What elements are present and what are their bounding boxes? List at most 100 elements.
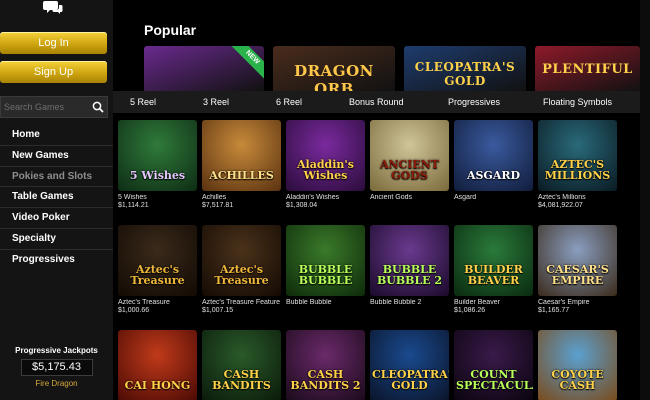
game-tile[interactable]: CASH BANDITS 2 (286, 330, 365, 400)
game-logo: CLEOPATRA'S GOLD (372, 368, 449, 392)
login-button[interactable]: Log In (0, 32, 107, 54)
popular-heading: Popular (144, 22, 197, 38)
game-tile[interactable]: CASH BANDITS (202, 330, 281, 400)
popular-game-tile[interactable]: CLEOPATRA'S GOLD (404, 46, 526, 91)
game-name[interactable]: Ancient Gods (370, 194, 449, 201)
game-name[interactable]: Aladdin's Wishes (286, 194, 365, 201)
nav-item-new-games[interactable]: New Games (0, 146, 113, 167)
game-name[interactable]: Aztec's Treasure Feature G... (202, 299, 281, 306)
game-logo: CAESAR'S EMPIRE (546, 263, 609, 287)
game-tile[interactable]: ANCIENT GODS Ancient Gods (370, 120, 449, 202)
game-thumbnail[interactable]: CLEOPATRA'S GOLD (370, 330, 449, 400)
game-logo: COYOTE CASH (551, 368, 604, 392)
game-jackpot: $7,517.81 (202, 202, 234, 209)
game-jackpot: $4,081,922.07 (538, 202, 583, 209)
game-thumbnail[interactable]: BUBBLE BUBBLE 2 (370, 225, 449, 296)
game-logo: ASGARD (466, 169, 521, 182)
game-tile[interactable]: ACHILLES Achilles $7,517.81 (202, 120, 281, 209)
game-tile[interactable]: CLEOPATRA'S GOLD (370, 330, 449, 400)
filter-floating-symbols[interactable]: Floating Symbols (543, 91, 612, 113)
game-logo: Aztec's Treasure (214, 263, 269, 287)
search-icon[interactable] (92, 101, 104, 113)
filter-3-reel[interactable]: 3 Reel (203, 91, 229, 113)
game-thumbnail[interactable]: 5 Wishes (118, 120, 197, 191)
game-logo: CASH BANDITS 2 (290, 368, 361, 392)
nav-item-specialty[interactable]: Specialty (0, 229, 113, 250)
game-tile[interactable]: ASGARD Asgard (454, 120, 533, 202)
popular-game-tile[interactable]: NEW (144, 46, 264, 91)
game-thumbnail[interactable]: Aladdin's Wishes (286, 120, 365, 191)
popular-game-tile[interactable]: DRAGON ORB (273, 46, 395, 91)
progressive-jackpot-panel: Progressive Jackpots $5,175.43 Fire Drag… (0, 342, 113, 400)
game-name[interactable]: 5 Wishes (118, 194, 197, 201)
filter-bonus-round[interactable]: Bonus Round (349, 91, 404, 113)
scrollbar[interactable] (640, 0, 650, 400)
game-thumbnail[interactable]: AZTEC'S MILLIONS (538, 120, 617, 191)
nav-item-video-poker[interactable]: Video Poker (0, 208, 113, 229)
game-name[interactable]: Asgard (454, 194, 533, 201)
reel-filter-bar: 5 Reel 3 Reel 6 Reel Bonus Round Progres… (113, 91, 650, 113)
game-name[interactable]: Aztec's Treasure (118, 299, 197, 306)
game-thumbnail[interactable]: Aztec's Treasure (202, 225, 281, 296)
game-thumbnail[interactable]: ANCIENT GODS (370, 120, 449, 191)
game-thumbnail[interactable]: COYOTE CASH (538, 330, 617, 400)
game-tile[interactable]: CAI HONG (118, 330, 197, 400)
game-logo: CASH BANDITS (212, 368, 271, 392)
game-jackpot: $1,000.66 (118, 307, 150, 314)
game-tile[interactable]: Aladdin's Wishes Aladdin's Wishes $1,308.0… (286, 120, 365, 209)
game-thumbnail[interactable]: ACHILLES (202, 120, 281, 191)
game-name[interactable]: Bubble Bubble 2 (370, 299, 449, 306)
search-input[interactable] (4, 99, 92, 115)
nav-item-pokies-and-slots[interactable]: Pokies and Slots (0, 167, 113, 188)
new-badge: NEW (230, 46, 264, 80)
game-logo: 5 Wishes (129, 169, 186, 182)
game-thumbnail[interactable]: BUBBLE BUBBLE (286, 225, 365, 296)
game-logo: Aztec's Treasure (130, 263, 185, 287)
game-thumbnail[interactable]: CAI HONG (118, 330, 197, 400)
filter-progressives[interactable]: Progressives (448, 91, 500, 113)
game-name[interactable]: Builder Beaver (454, 299, 533, 306)
search-box (0, 96, 108, 118)
game-thumbnail[interactable]: CASH BANDITS 2 (286, 330, 365, 400)
game-thumbnail[interactable]: CAESAR'S EMPIRE (538, 225, 617, 296)
sidebar-nav: Home New Games Pokies and Slots Table Ga… (0, 125, 113, 271)
game-tile[interactable]: 5 Wishes 5 Wishes $1,114.21 (118, 120, 197, 209)
chat-icon[interactable] (43, 0, 63, 16)
filter-6-reel[interactable]: 6 Reel (276, 91, 302, 113)
game-tile[interactable]: Aztec's Treasure Aztec's Treasure Feature… (202, 225, 281, 314)
game-logo: BUILDER BEAVER (464, 263, 523, 287)
game-name[interactable]: Bubble Bubble (286, 299, 365, 306)
game-tile[interactable]: COUNT SPECTACULAR (454, 330, 533, 400)
game-tile[interactable]: BUILDER BEAVER Builder Beaver $1,086.26 (454, 225, 533, 314)
game-tile[interactable]: AZTEC'S MILLIONS Aztec's Millions $4,081,9… (538, 120, 617, 209)
nav-item-progressives[interactable]: Progressives (0, 250, 113, 271)
game-thumbnail[interactable]: ASGARD (454, 120, 533, 191)
nav-item-home[interactable]: Home (0, 125, 113, 146)
game-jackpot: $1,086.26 (454, 307, 486, 314)
filter-5-reel[interactable]: 5 Reel (130, 91, 156, 113)
game-tile[interactable]: CAESAR'S EMPIRE Caesar's Empire $1,165.77 (538, 225, 617, 314)
game-logo: ACHILLES (209, 169, 274, 182)
sidebar: Log In Sign Up Home New Games Pokies and… (0, 0, 113, 400)
jackpot-game-link[interactable]: Fire Dragon (0, 379, 113, 388)
popular-game-logo: DRAGON ORB (294, 62, 374, 91)
game-thumbnail[interactable]: BUILDER BEAVER (454, 225, 533, 296)
game-logo: Aladdin's Wishes (297, 158, 354, 182)
game-logo: BUBBLE BUBBLE 2 (376, 263, 443, 287)
game-tile[interactable]: BUBBLE BUBBLE 2 Bubble Bubble 2 (370, 225, 449, 307)
game-name[interactable]: Caesar's Empire (538, 299, 617, 306)
game-thumbnail[interactable]: CASH BANDITS (202, 330, 281, 400)
game-name[interactable]: Achilles (202, 194, 281, 201)
game-logo: AZTEC'S MILLIONS (544, 158, 611, 182)
game-tile[interactable]: COYOTE CASH (538, 330, 617, 400)
game-tile[interactable]: Aztec's Treasure Aztec's Treasure $1,000.6… (118, 225, 197, 314)
game-tile[interactable]: BUBBLE BUBBLE Bubble Bubble (286, 225, 365, 307)
game-jackpot: $1,308.04 (286, 202, 318, 209)
game-name[interactable]: Aztec's Millions (538, 194, 617, 201)
jackpot-amount: $5,175.43 (20, 359, 93, 376)
popular-game-tile[interactable]: PLENTIFUL (535, 46, 640, 91)
game-thumbnail[interactable]: Aztec's Treasure (118, 225, 197, 296)
signup-button[interactable]: Sign Up (0, 61, 107, 83)
nav-item-table-games[interactable]: Table Games (0, 187, 113, 209)
game-thumbnail[interactable]: COUNT SPECTACULAR (454, 330, 533, 400)
